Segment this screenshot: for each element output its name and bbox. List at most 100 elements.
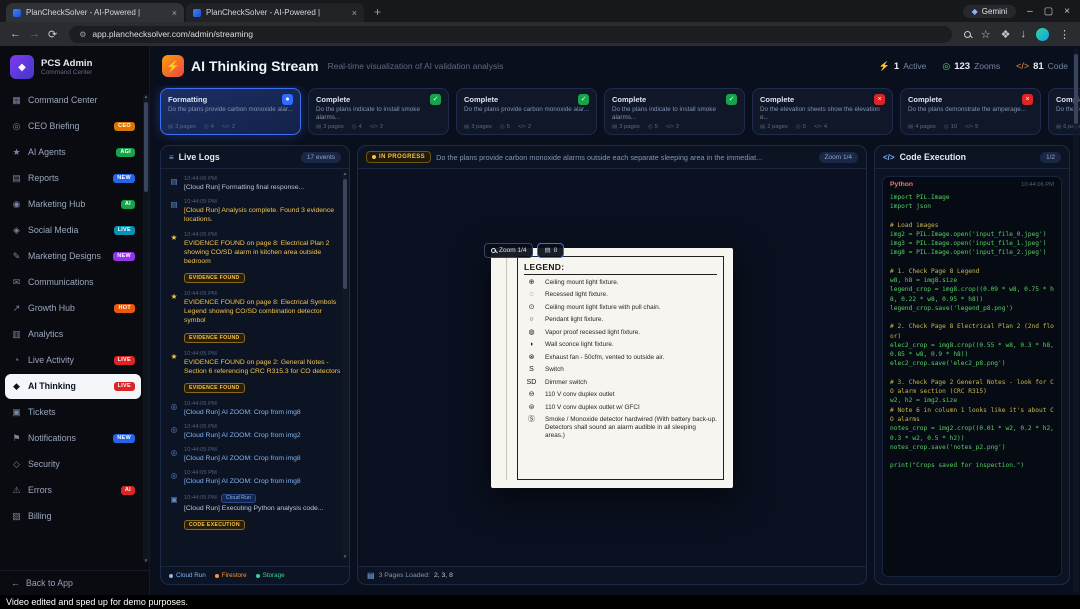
stat-value: 123: [954, 61, 970, 72]
stream-card-complete[interactable]: Complete ✓ Do the plans indicate to inst…: [604, 88, 745, 135]
stream-card-formatting[interactable]: Formatting ● Do the plans provide carbon…: [160, 88, 301, 135]
logs-scrollbar[interactable]: ▲▼: [342, 171, 348, 559]
log-entry: ◎ 10:44:05 PM [Cloud Run] AI ZOOM: Crop …: [169, 424, 341, 440]
stream-card-complete[interactable]: Complete × Do the plans demonstrate the …: [900, 88, 1041, 135]
forward-icon[interactable]: →: [29, 28, 40, 40]
sidebar-item-security[interactable]: ◇ Security: [5, 452, 141, 477]
sidebar-item-social-media[interactable]: ◈ Social Media LIVE: [5, 218, 141, 243]
legend-text: Ceiling mount light fixture.: [545, 279, 717, 287]
url-bar[interactable]: ⚙ app.planchecksolver.com/admin/streamin…: [69, 26, 952, 43]
command-center-icon: ▦: [11, 95, 22, 106]
sidebar-item-badge: CEO: [114, 122, 135, 131]
reload-icon[interactable]: ⟳: [48, 28, 57, 41]
legend-symbol: ◌: [524, 291, 539, 299]
card-pages-count: 3 pages: [323, 124, 344, 130]
stream-card-complete[interactable]: Complete ✓ Do the plans indicate to inst…: [308, 88, 449, 135]
stat-label: Code: [1048, 61, 1068, 71]
extensions-icon[interactable]: ❖: [1001, 28, 1011, 41]
sidebar-item-notifications[interactable]: ⚑ Notifications NEW: [5, 426, 141, 451]
sidebar-item-label: AI Thinking: [28, 381, 108, 391]
log-entry: ★ 10:44:05 PM EVIDENCE FOUND on page 8: …: [169, 291, 341, 344]
bookmark-star-icon[interactable]: ☆: [981, 28, 991, 41]
sidebar-item-errors[interactable]: ⚠ Errors AI: [5, 478, 141, 503]
sidebar-item-growth-hub[interactable]: ↗ Growth Hub HOT: [5, 296, 141, 321]
main-area: ⚡ AI Thinking Stream Real-time visualiza…: [150, 46, 1080, 595]
stat-label: Active: [903, 61, 926, 71]
sidebar-item-communications[interactable]: ✉ Communications: [5, 270, 141, 295]
sidebar-item-marketing-hub[interactable]: ◉ Marketing Hub AI: [5, 192, 141, 217]
tab-close-icon[interactable]: ×: [172, 8, 177, 18]
zoom-counter-button[interactable]: Zoom 1/4: [819, 152, 858, 163]
download-icon[interactable]: ↓: [1021, 28, 1027, 40]
back-icon[interactable]: ←: [10, 28, 21, 40]
ai-agents-icon: ★: [11, 147, 22, 158]
card-stats: ▤3 pages ◎5 </>2: [612, 124, 737, 130]
browser-tab-2[interactable]: PlanCheckSolver - AI-Powered | ×: [186, 3, 364, 22]
sidebar-scrollbar[interactable]: ▲▼: [143, 94, 149, 563]
legend-symbol: SD: [524, 379, 539, 387]
in-progress-badge: IN PROGRESS: [366, 151, 431, 163]
terminal-icon: </>: [883, 153, 895, 162]
maximize-button[interactable]: ▢: [1044, 6, 1053, 17]
source-label: Cloud Run: [176, 572, 206, 579]
sidebar-item-marketing-designs[interactable]: ✎ Marketing Designs NEW: [5, 244, 141, 269]
sidebar-item-analytics[interactable]: ▥ Analytics: [5, 322, 141, 347]
code-line: [890, 212, 1054, 221]
header-stat-code: </> 81 Code: [1016, 61, 1068, 72]
gemini-button[interactable]: ◆ Gemini: [963, 5, 1017, 18]
stat-value: 81: [1033, 61, 1044, 72]
sidebar-item-command-center[interactable]: ▦ Command Center: [5, 88, 141, 113]
log-message: EVIDENCE FOUND on page 2: General Notes …: [184, 358, 341, 376]
code-line: legend_crop = img8.crop((0.09 * w8, 0.75…: [890, 285, 1054, 304]
log-badge: CODE EXECUTION: [184, 520, 245, 530]
sidebar-item-ceo-briefing[interactable]: ◎ CEO Briefing CEO: [5, 114, 141, 139]
legend-row: ○ Pendant light fixture.: [524, 316, 717, 324]
source-chip-cloud-run: Cloud Run: [169, 572, 206, 579]
stream-card-complete[interactable]: Complete ✓ Do the plans provide carbon m…: [456, 88, 597, 135]
cloud-run-log-icon: ▤: [169, 199, 179, 224]
legend-symbol: ⊕: [524, 279, 539, 287]
sidebar-item-label: Marketing Hub: [28, 199, 115, 209]
card-stats: ▤3 pages ◎5 </>2: [464, 124, 589, 130]
sidebar-item-billing[interactable]: ▧ Billing: [5, 504, 141, 529]
analytics-icon: ▥: [11, 329, 22, 340]
growth-hub-icon: ↗: [11, 303, 22, 314]
log-badge: EVIDENCE FOUND: [184, 333, 245, 343]
back-to-app-button[interactable]: ← Back to App: [0, 570, 149, 595]
cloud-run-chip: Cloud Run: [221, 494, 256, 503]
window-close-button[interactable]: ×: [1064, 6, 1070, 17]
card-zooms-count: 0: [803, 124, 806, 130]
live-activity-icon: ◔: [11, 355, 22, 365]
cloud-run-log-icon: ▤: [169, 176, 179, 192]
card-status-label: Complete: [316, 95, 350, 104]
log-entry: ▣ 10:44:05 PM Cloud Run [Cloud Run] Exec…: [169, 494, 341, 531]
stream-card-complete[interactable]: Complete × Do the elevation sheets show …: [752, 88, 893, 135]
card-zooms-count: 5: [655, 124, 658, 130]
browser-tab-1[interactable]: PlanCheckSolver - AI-Powered | ×: [6, 3, 184, 22]
browser-menu-icon[interactable]: ⋮: [1059, 28, 1070, 41]
sidebar-item-live-activity[interactable]: ◔ Live Activity LIVE: [5, 348, 141, 373]
new-tab-button[interactable]: +: [374, 5, 381, 19]
minimize-button[interactable]: –: [1027, 6, 1033, 17]
tab-close-icon[interactable]: ×: [352, 8, 357, 18]
demo-disclaimer: Video edited and sped up for demo purpos…: [0, 595, 1080, 609]
card-code-count: 2: [380, 124, 383, 130]
page-header: ⚡ AI Thinking Stream Real-time visualiza…: [150, 46, 1080, 86]
events-count-badge: 17 events: [301, 152, 341, 163]
url-text: app.planchecksolver.com/admin/streaming: [92, 29, 253, 39]
profile-avatar[interactable]: [1036, 28, 1049, 41]
sidebar-item-tickets[interactable]: ▣ Tickets: [5, 400, 141, 425]
sidebar-item-reports[interactable]: ▤ Reports NEW: [5, 166, 141, 191]
sidebar-item-label: CEO Briefing: [28, 121, 108, 131]
card-code-count: 2: [528, 124, 531, 130]
search-icon[interactable]: [964, 31, 971, 38]
stat-value: 1: [894, 61, 899, 72]
sidebar-item-ai-agents[interactable]: ★ AI Agents AGI: [5, 140, 141, 165]
sidebar-item-badge: NEW: [113, 434, 135, 443]
live-logs-panel: ≡ Live Logs 17 events ▤ 10:44:06 PM [Clo…: [160, 145, 350, 585]
sidebar-item-ai-thinking[interactable]: ◆ AI Thinking LIVE: [5, 374, 141, 399]
source-dot: [256, 574, 260, 578]
page-scrollbar[interactable]: [1073, 48, 1079, 593]
code-line: [890, 369, 1054, 378]
zoom-overlay-badge: Zoom 1/4: [484, 243, 533, 258]
